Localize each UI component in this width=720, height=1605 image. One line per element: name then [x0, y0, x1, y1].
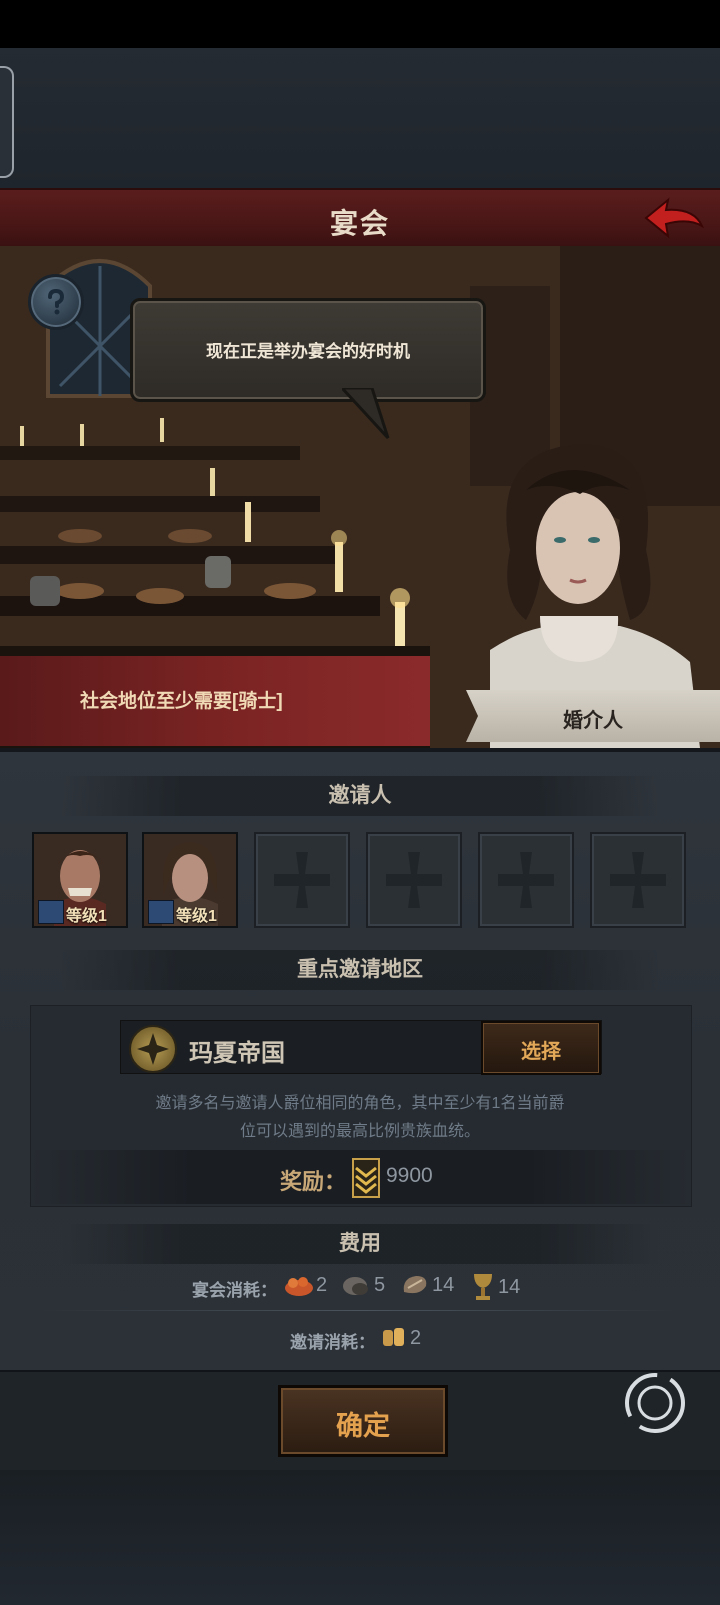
select-button-label: 选择 [521, 1041, 561, 1063]
feast-cost-item: 5 [342, 1272, 385, 1298]
help-button[interactable] [28, 274, 84, 330]
confirm-button-label: 确定 [336, 1411, 390, 1441]
region-description: 邀请多名与邀请人爵位相同的角色，其中至少有1名当前爵 位可以遇到的最高比例贵族血… [110, 1090, 610, 1146]
speech-tail [342, 388, 390, 440]
refresh-button[interactable] [622, 1370, 688, 1436]
top-area [0, 48, 720, 188]
select-region-button[interactable]: 选择 [481, 1021, 601, 1075]
invitee-slot-3[interactable] [254, 832, 350, 928]
region-title: 重点邀请地区 [60, 950, 660, 990]
goblet-icon [474, 1274, 492, 1300]
sword-class-icon [38, 900, 64, 924]
invitee-slot-4[interactable] [366, 832, 462, 928]
requirement-banner: 社会地位至少需要[骑士] [0, 656, 430, 746]
invitee-level: 等级1 [176, 908, 217, 925]
reward-row: 奖励： 9900 [30, 1150, 690, 1204]
sword-class-icon [148, 900, 174, 924]
invite-cost-row: 邀请消耗： 2 [0, 1322, 720, 1358]
grain-icon [383, 1328, 404, 1346]
refresh-ring-icon [625, 1373, 685, 1433]
page-title: 宴会 [329, 208, 390, 239]
side-menu-tab[interactable] [0, 66, 14, 178]
speech-text: 现在正是举办宴会的好时机 [206, 342, 410, 361]
goblet-cost-value: 14 [498, 1275, 521, 1298]
invite-cost-label: 邀请消耗： [290, 1333, 375, 1352]
empty-slot-cross-icon [274, 852, 330, 908]
npc-name-plate: 婚介人 [466, 690, 720, 742]
feast-cost-item: 14 [400, 1272, 454, 1298]
region-description-line-2: 位可以遇到的最高比例贵族血统。 [239, 1123, 480, 1140]
feast-cost-label: 宴会消耗： [192, 1281, 277, 1300]
grain-cost-value: 2 [410, 1326, 422, 1349]
back-button[interactable] [642, 196, 706, 240]
invitee-slot-5[interactable] [478, 832, 574, 928]
reward-value: 9900 [386, 1164, 433, 1187]
rank-requirement-text: 社会地位至少需要[骑士] [80, 691, 283, 712]
feast-cost-item: 14 [470, 1272, 520, 1302]
invitee-level: 等级1 [66, 908, 107, 925]
invite-cost-item: 2 [380, 1324, 421, 1352]
region-row: 玛夏帝国 选择 [120, 1020, 602, 1075]
invitee-slot-1[interactable]: 等级1 [32, 832, 128, 928]
status-bar [0, 0, 720, 48]
reward-label: 奖励： [280, 1169, 347, 1194]
invitee-slot-6[interactable] [590, 832, 686, 928]
header-bar: 宴会 [0, 188, 720, 248]
bread-icon [343, 1277, 368, 1295]
npc-name: 婚介人 [563, 710, 623, 732]
food-icon [285, 1277, 313, 1296]
empire-emblem-icon [129, 1025, 177, 1073]
cost-divider [40, 1310, 680, 1311]
empty-slot-cross-icon [610, 852, 666, 908]
region-description-line-1: 邀请多名与邀请人爵位相同的角色，其中至少有1名当前爵 [155, 1095, 565, 1112]
meat-cost-value: 14 [432, 1273, 455, 1296]
bottom-area [0, 1470, 720, 1605]
back-arrow-icon [644, 197, 705, 239]
empty-slot-cross-icon [498, 852, 554, 908]
speech-bubble: 现在正是举办宴会的好时机 [130, 298, 486, 402]
invitees-title: 邀请人 [60, 776, 660, 816]
feast-cost-item: 2 [284, 1272, 327, 1298]
confirm-button[interactable]: 确定 [278, 1385, 448, 1457]
invitee-slot-2[interactable]: 等级1 [142, 832, 238, 928]
region-name: 玛夏帝国 [189, 1040, 285, 1067]
empty-slot-cross-icon [386, 852, 442, 908]
bread-cost-value: 5 [374, 1273, 386, 1296]
meat-icon [403, 1276, 427, 1294]
food-cost-value: 2 [316, 1273, 328, 1296]
question-icon [48, 288, 65, 315]
feast-cost-row: 宴会消耗： 2 5 14 14 [0, 1270, 720, 1306]
cost-title: 费用 [60, 1224, 660, 1264]
rank-insignia-icon [352, 1158, 380, 1198]
